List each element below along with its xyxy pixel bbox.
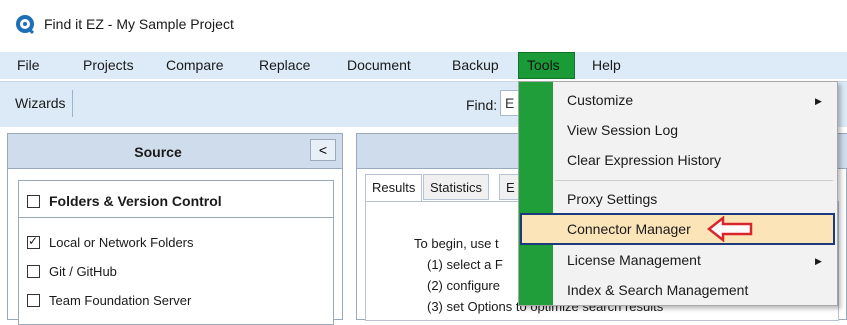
git-github-checkbox[interactable] (27, 265, 40, 278)
local-folders-label: Local or Network Folders (49, 235, 194, 250)
wizards-button[interactable]: Wizards (9, 90, 73, 117)
find-label: Find: (466, 97, 498, 113)
collapse-source-button[interactable]: < (310, 139, 336, 161)
menu-replace[interactable]: Replace (251, 52, 318, 79)
source-panel: Source < Folders & Version Control Local… (7, 133, 343, 325)
group-divider (19, 217, 333, 218)
local-folders-checkbox[interactable] (27, 234, 40, 249)
menu-file[interactable]: File (9, 52, 48, 79)
menu-item-clear-expression-history[interactable]: Clear Expression History (567, 146, 827, 174)
red-pointer-arrow-icon (707, 216, 753, 242)
help-line-1: To begin, use t (414, 236, 499, 251)
source-title: Source (134, 144, 182, 160)
group-checkbox[interactable] (27, 195, 40, 208)
menu-item-customize[interactable]: Customize (567, 86, 827, 114)
tab-results[interactable]: Results (365, 174, 423, 202)
tfs-checkbox[interactable] (27, 294, 40, 307)
git-github-label: Git / GitHub (49, 264, 117, 279)
tfs-label: Team Foundation Server (49, 293, 192, 308)
menu-item-proxy-settings[interactable]: Proxy Settings (567, 185, 827, 213)
menu-help[interactable]: Help (584, 52, 629, 79)
menu-tools[interactable]: Tools (518, 52, 575, 79)
menu-bar: File Projects Compare Replace Document B… (0, 52, 847, 79)
menu-item-index-search-management[interactable]: Index & Search Management (567, 276, 827, 304)
help-line-3: (2) configure (427, 278, 500, 293)
menu-separator (555, 180, 833, 181)
folders-version-control-group: Folders & Version Control Local or Netwo… (18, 180, 334, 325)
menu-item-view-session-log[interactable]: View Session Log (567, 116, 827, 144)
menu-item-license-management[interactable]: License Management (567, 246, 827, 274)
group-title: Folders & Version Control (49, 193, 222, 209)
menu-compare[interactable]: Compare (158, 52, 232, 79)
help-line-2: (1) select a F (427, 257, 503, 272)
menu-backup[interactable]: Backup (444, 52, 507, 79)
source-header: Source < (8, 134, 342, 169)
submenu-arrow-icon: ▶ (815, 96, 822, 106)
window-title: Find it EZ - My Sample Project (44, 16, 234, 32)
app-window: Find it EZ - My Sample Project File Proj… (0, 0, 847, 325)
tools-dropdown-menu: Customize ▶ View Session Log Clear Expre… (518, 81, 838, 306)
menu-item-connector-manager[interactable]: Connector Manager (567, 215, 827, 243)
submenu-arrow-icon: ▶ (815, 256, 822, 266)
title-bar: Find it EZ - My Sample Project (0, 0, 847, 50)
menu-document[interactable]: Document (339, 52, 419, 79)
tab-statistics[interactable]: Statistics (423, 174, 490, 200)
find-it-ez-logo-icon (16, 15, 35, 35)
menu-projects[interactable]: Projects (75, 52, 142, 79)
menu-accent-strip (519, 82, 553, 305)
